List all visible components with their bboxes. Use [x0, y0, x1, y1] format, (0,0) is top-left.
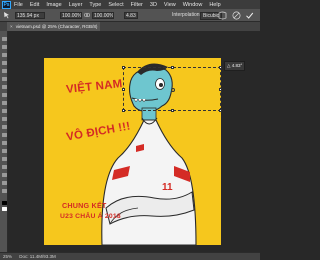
tool-type-icon[interactable]: [1, 157, 7, 161]
angle-field[interactable]: 4.83: [124, 12, 138, 19]
document-tab-bar: × vietnam.psd @ 25% (Character, RGB/8): [0, 22, 260, 31]
height-field[interactable]: 100.00%: [92, 12, 114, 19]
tool-eyedropper-icon[interactable]: [1, 77, 7, 81]
menu-edit[interactable]: Edit: [30, 2, 39, 8]
menu-window[interactable]: Window: [183, 2, 203, 8]
transform-bounding-box[interactable]: [122, 66, 222, 112]
zoom-level[interactable]: 25%: [3, 254, 12, 259]
handle-bottom-right[interactable]: [219, 109, 222, 112]
menu-help[interactable]: Help: [209, 2, 220, 8]
tool-move-icon[interactable]: [1, 37, 7, 41]
warp-icon[interactable]: [218, 11, 227, 20]
handle-middle-left[interactable]: [122, 88, 125, 91]
handle-bottom-left[interactable]: [122, 109, 125, 112]
tool-shape-icon[interactable]: [1, 173, 7, 177]
handle-top-right[interactable]: [219, 66, 222, 69]
menu-image[interactable]: Image: [46, 2, 61, 8]
options-bar: 135.94 px 100.00% 100.00% 4.83 Interpola…: [0, 9, 260, 22]
tool-crop-icon[interactable]: [1, 69, 7, 73]
close-tab-icon[interactable]: ×: [10, 24, 13, 29]
tool-marquee-icon[interactable]: [1, 45, 7, 49]
reference-point[interactable]: [171, 88, 175, 92]
menu-filter[interactable]: Filter: [131, 2, 143, 8]
tool-lasso-icon[interactable]: [1, 53, 7, 57]
menu-file[interactable]: File: [14, 2, 23, 8]
menu-view[interactable]: View: [164, 2, 176, 8]
background-color-swatch[interactable]: [1, 207, 7, 211]
status-bar: 25% Doc: 11.4M/93.3M: [0, 252, 260, 260]
handle-top-left[interactable]: [122, 66, 125, 69]
rotation-angle-tooltip: △ 4.83°: [224, 61, 246, 71]
tool-quick-select-icon[interactable]: [1, 61, 7, 65]
tool-stamp-icon[interactable]: [1, 101, 7, 105]
foreground-color-swatch[interactable]: [1, 201, 7, 205]
photoshop-logo[interactable]: Ps: [2, 0, 11, 9]
handle-bottom-center[interactable]: [171, 109, 174, 112]
tool-history-brush-icon[interactable]: [1, 109, 7, 113]
tool-blur-icon[interactable]: [1, 133, 7, 137]
width-field[interactable]: 100.00%: [60, 12, 82, 19]
menu-layer[interactable]: Layer: [69, 2, 83, 8]
x-position-field[interactable]: 135.94 px: [15, 12, 45, 19]
document-tab[interactable]: × vietnam.psd @ 25% (Character, RGB/8): [7, 22, 101, 31]
cancel-icon[interactable]: [232, 11, 241, 20]
tool-gradient-icon[interactable]: [1, 125, 7, 129]
handle-middle-right[interactable]: [219, 88, 222, 91]
tool-eraser-icon[interactable]: [1, 117, 7, 121]
tool-pen-icon[interactable]: [1, 149, 7, 153]
tool-healing-icon[interactable]: [1, 85, 7, 89]
document-info: Doc: 11.4M/93.3M: [19, 254, 56, 259]
tool-brush-icon[interactable]: [1, 93, 7, 97]
interpolation-label: Interpolation:: [172, 12, 201, 18]
document-tab-label: vietnam.psd @ 25% (Character, RGB/8): [15, 24, 98, 29]
tool-path-select-icon[interactable]: [1, 165, 7, 169]
link-icon[interactable]: [84, 12, 90, 18]
tool-dodge-icon[interactable]: [1, 141, 7, 145]
tool-zoom-icon[interactable]: [1, 189, 7, 193]
commit-check-icon[interactable]: [245, 11, 254, 20]
menu-3d[interactable]: 3D: [150, 2, 157, 8]
caption-u23: U23 CHÂU Á 2018: [60, 213, 121, 220]
menu-select[interactable]: Select: [108, 2, 123, 8]
menu-bar: Ps File Edit Image Layer Type Select Fil…: [0, 0, 260, 9]
caption-chung-ket: CHUNG KẾT: [62, 201, 107, 210]
handle-top-center[interactable]: [171, 66, 174, 69]
tool-hand-icon[interactable]: [1, 181, 7, 185]
jersey-number: 11: [162, 182, 173, 193]
tools-panel: [0, 31, 8, 252]
move-tool-icon[interactable]: [3, 11, 11, 19]
menu-type[interactable]: Type: [89, 2, 101, 8]
